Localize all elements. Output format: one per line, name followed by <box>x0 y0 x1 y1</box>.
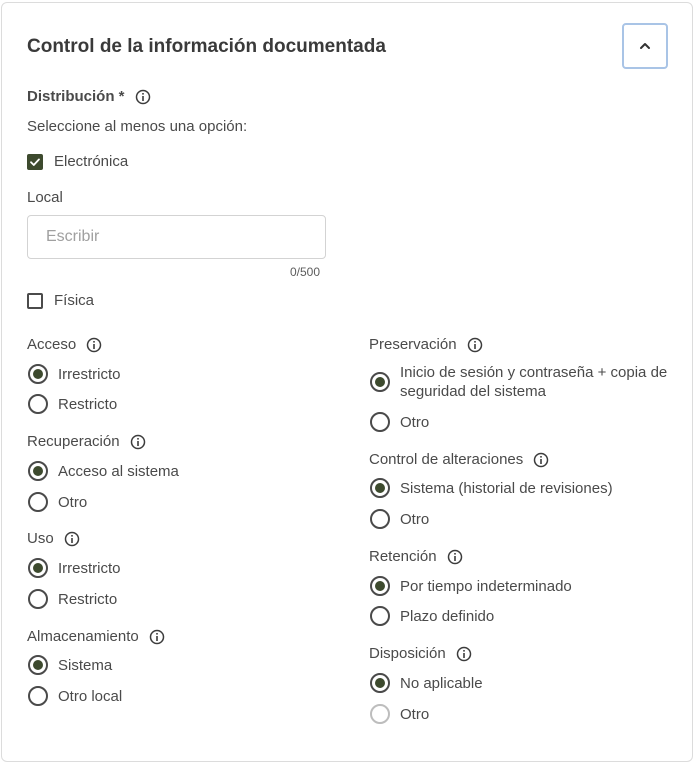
option-label: Irrestricto <box>58 559 121 577</box>
radio-button[interactable] <box>28 394 48 414</box>
acceso-label: Acceso <box>27 336 77 353</box>
option-label: Inicio de sesión y contraseña + copia de… <box>400 364 668 400</box>
option-label: Otro <box>400 413 430 431</box>
retencion-label: Retención <box>369 548 437 565</box>
radio-button[interactable] <box>28 655 48 675</box>
disposicion-label-row: Disposición <box>369 645 472 662</box>
preservacion-option-sesion[interactable]: Inicio de sesión y contraseña + copia de… <box>370 363 670 401</box>
alteraciones-option-otro[interactable]: Otro <box>370 509 429 529</box>
uso-option-irrestricto[interactable]: Irrestricto <box>28 558 121 578</box>
radio-button[interactable] <box>28 492 48 512</box>
disposicion-label: Disposición <box>369 645 446 662</box>
option-label: No aplicable <box>400 674 483 692</box>
option-label: Restricto <box>58 590 118 608</box>
info-icon[interactable] <box>86 337 102 353</box>
preservacion-label: Preservación <box>369 336 457 353</box>
alteraciones-label-row: Control de alteraciones <box>369 451 549 468</box>
recuperacion-label-row: Recuperación <box>27 433 146 450</box>
radio-button[interactable] <box>370 704 390 724</box>
retencion-option-plazo[interactable]: Plazo definido <box>370 606 494 626</box>
retencion-option-indeterminado[interactable]: Por tiempo indeterminado <box>370 576 572 596</box>
radio-selected-dot <box>33 369 43 379</box>
radio-button[interactable] <box>370 412 390 432</box>
recuperacion-option-otro[interactable]: Otro <box>28 492 87 512</box>
check-icon <box>30 158 40 166</box>
char-counter: 0/500 <box>290 265 321 279</box>
collapse-button[interactable] <box>622 23 668 69</box>
radio-button[interactable] <box>28 589 48 609</box>
info-icon[interactable] <box>135 89 151 105</box>
info-icon[interactable] <box>456 646 472 662</box>
option-label: Plazo definido <box>400 607 495 625</box>
info-icon[interactable] <box>149 629 165 645</box>
radio-selected-dot <box>375 581 385 591</box>
option-label: Irrestricto <box>58 365 121 383</box>
radio-selected-dot <box>375 377 385 387</box>
option-label: Otro local <box>58 687 123 705</box>
fisica-label: Física <box>54 292 95 309</box>
preservacion-option-otro[interactable]: Otro <box>370 412 429 432</box>
preservacion-label-row: Preservación <box>369 336 483 353</box>
radio-button[interactable] <box>370 509 390 529</box>
radio-button[interactable] <box>28 364 48 384</box>
radio-selected-dot <box>375 483 385 493</box>
info-icon[interactable] <box>533 452 549 468</box>
recuperacion-option-acceso[interactable]: Acceso al sistema <box>28 461 179 481</box>
alteraciones-label: Control de alteraciones <box>369 451 524 468</box>
almacenamiento-option-otro-local[interactable]: Otro local <box>28 686 122 706</box>
uso-label-row: Uso <box>27 530 80 547</box>
disposicion-option-no-aplicable[interactable]: No aplicable <box>370 673 483 693</box>
chevron-up-icon <box>640 43 650 49</box>
almacenamiento-label: Almacenamiento <box>27 628 139 645</box>
uso-option-restricto[interactable]: Restricto <box>28 589 117 609</box>
info-icon[interactable] <box>447 549 463 565</box>
radio-button[interactable] <box>370 606 390 626</box>
distribucion-label-row: Distribución * <box>27 88 151 105</box>
uso-label: Uso <box>27 530 54 547</box>
option-label: Otro <box>58 493 88 511</box>
radio-selected-dot <box>33 563 43 573</box>
alteraciones-option-sistema[interactable]: Sistema (historial de revisiones) <box>370 478 613 498</box>
acceso-label-row: Acceso <box>27 336 102 353</box>
acceso-option-restricto[interactable]: Restricto <box>28 394 117 414</box>
info-icon[interactable] <box>130 434 146 450</box>
radio-button[interactable] <box>28 461 48 481</box>
radio-button[interactable] <box>370 372 390 392</box>
info-icon[interactable] <box>467 337 483 353</box>
option-label: Sistema (historial de revisiones) <box>400 479 613 497</box>
radio-button[interactable] <box>28 558 48 578</box>
local-label: Local <box>27 189 63 206</box>
radio-button[interactable] <box>370 576 390 596</box>
fisica-option[interactable]: Física <box>27 292 94 309</box>
option-label: Otro <box>400 510 430 528</box>
almacenamiento-option-sistema[interactable]: Sistema <box>28 655 112 675</box>
option-label: Restricto <box>58 395 118 413</box>
fisica-checkbox[interactable] <box>27 292 43 309</box>
option-label: Sistema <box>58 656 113 674</box>
radio-selected-dot <box>375 678 385 688</box>
info-icon[interactable] <box>64 531 80 547</box>
almacenamiento-label-row: Almacenamiento <box>27 628 165 645</box>
distribucion-hint: Seleccione al menos una opción: <box>27 118 248 135</box>
disposicion-option-otro[interactable]: Otro <box>370 704 429 724</box>
local-input[interactable] <box>27 215 326 259</box>
radio-button[interactable] <box>370 673 390 693</box>
radio-button[interactable] <box>370 478 390 498</box>
option-label: Por tiempo indeterminado <box>400 577 572 595</box>
recuperacion-label: Recuperación <box>27 433 120 450</box>
option-label: Acceso al sistema <box>58 462 179 480</box>
option-label: Otro <box>400 705 430 723</box>
electronica-option[interactable]: Electrónica <box>27 153 128 170</box>
radio-button[interactable] <box>28 686 48 706</box>
section-title: Control de la información documentada <box>27 36 386 57</box>
retencion-label-row: Retención <box>369 548 463 565</box>
acceso-option-irrestricto[interactable]: Irrestricto <box>28 364 121 384</box>
radio-selected-dot <box>33 466 43 476</box>
radio-selected-dot <box>33 660 43 670</box>
electronica-checkbox[interactable] <box>27 153 43 170</box>
distribucion-label: Distribución * <box>27 88 125 105</box>
electronica-label: Electrónica <box>54 153 129 170</box>
